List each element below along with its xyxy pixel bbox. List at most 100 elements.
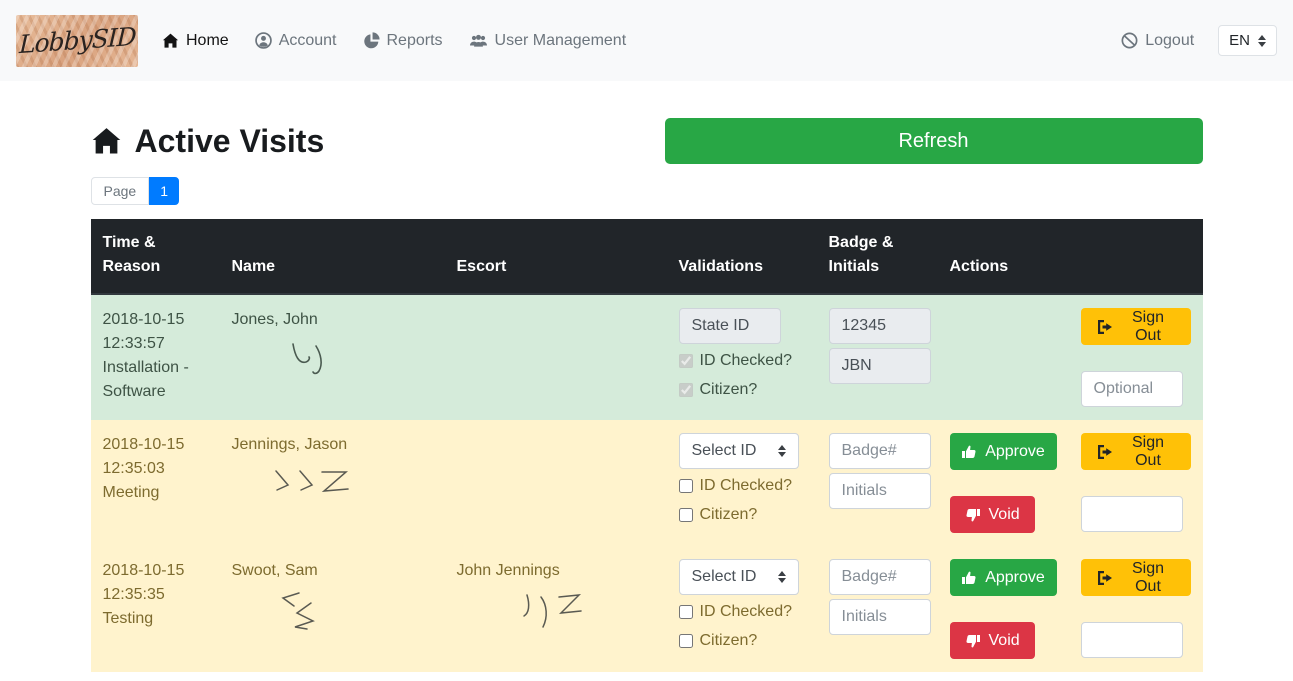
visit-row: 2018-10-15 12:33:57 Installation - Softw… [91, 294, 1203, 420]
signout-column: Sign Out [1081, 308, 1191, 407]
thumbs-up-icon [961, 570, 977, 586]
actions-cell: Approve Void [938, 546, 1203, 672]
nav-item-reports-label: Reports [387, 32, 443, 50]
signature-image [287, 340, 332, 382]
id-checked-checkbox[interactable] [679, 605, 693, 619]
page-title: Active Visits [91, 123, 325, 160]
visitor-name: Jones, John [232, 308, 433, 332]
account-icon [255, 32, 272, 49]
sign-out-button[interactable]: Sign Out [1081, 308, 1191, 345]
sign-out-icon [1096, 444, 1113, 460]
top-navbar: LobbySID Home Account Reports User Manag… [0, 0, 1293, 81]
visit-reason: Testing [103, 607, 208, 631]
sign-out-button[interactable]: Sign Out [1081, 433, 1191, 470]
approve-void-column: Approve Void [950, 433, 1057, 533]
citizen-row: Citizen? [679, 378, 805, 402]
language-select[interactable]: EN [1218, 25, 1277, 56]
time-reason-cell: 2018-10-15 12:35:03 Meeting [91, 420, 220, 546]
void-button[interactable]: Void [950, 622, 1035, 659]
id-checked-label: ID Checked? [700, 349, 793, 373]
name-cell: Jennings, Jason [220, 420, 445, 546]
page-title-text: Active Visits [135, 123, 325, 160]
validations-cell: ID Checked? Citizen? [667, 294, 817, 420]
badge-initials-cell [817, 546, 938, 672]
logout-link[interactable]: Logout [1121, 32, 1194, 50]
sign-out-button[interactable]: Sign Out [1081, 559, 1191, 596]
initials-input[interactable] [829, 473, 931, 509]
citizen-checkbox [679, 383, 693, 397]
active-visits-table: Time & Reason Name Escort Validations Ba… [91, 219, 1203, 672]
id-type-select[interactable]: Select ID [679, 433, 799, 469]
thumbs-down-icon [965, 633, 981, 649]
actions-cell: Sign Out [938, 294, 1203, 420]
signout-column: Sign Out [1081, 433, 1191, 533]
visit-row: 2018-10-15 12:35:35 Testing Swoot, Sam J… [91, 546, 1203, 672]
citizen-checkbox[interactable] [679, 634, 693, 648]
id-checked-label: ID Checked? [700, 474, 793, 498]
sign-out-icon [1096, 319, 1113, 335]
name-cell: Jones, John [220, 294, 445, 420]
badge-initials-cell [817, 420, 938, 546]
citizen-row: Citizen? [679, 629, 805, 653]
initials-input[interactable] [829, 599, 931, 635]
approve-button[interactable]: Approve [950, 559, 1057, 596]
citizen-checkbox[interactable] [679, 508, 693, 522]
signout-note-input[interactable] [1081, 622, 1183, 658]
nav-item-home-label: Home [186, 32, 229, 50]
time-reason-cell: 2018-10-15 12:35:35 Testing [91, 546, 220, 672]
visit-time: 2018-10-15 12:33:57 [103, 308, 208, 356]
logout-label: Logout [1145, 32, 1194, 50]
lobby-logo-text: LobbySID [18, 22, 136, 59]
chevron-updown-icon [778, 445, 786, 457]
citizen-row: Citizen? [679, 503, 805, 527]
nav-item-account[interactable]: Account [255, 32, 337, 50]
signature-image [517, 591, 607, 635]
approve-button[interactable]: Approve [950, 433, 1057, 470]
navbar-right: Logout EN [1121, 25, 1277, 56]
nav-item-reports[interactable]: Reports [363, 32, 443, 50]
pagination-page-1[interactable]: 1 [149, 177, 179, 205]
signout-note-input[interactable] [1081, 371, 1183, 407]
language-selected-value: EN [1229, 32, 1250, 49]
refresh-button[interactable]: Refresh [665, 118, 1203, 164]
id-checked-checkbox[interactable] [679, 479, 693, 493]
visit-time: 2018-10-15 12:35:03 [103, 433, 208, 481]
signout-note-input[interactable] [1081, 496, 1183, 532]
col-header-actions: Actions [938, 219, 1203, 294]
col-header-escort: Escort [445, 219, 667, 294]
chevron-updown-icon [1258, 35, 1266, 47]
nav-item-home[interactable]: Home [162, 32, 229, 50]
visit-reason: Meeting [103, 481, 208, 505]
col-header-badge-initials: Badge & Initials [817, 219, 938, 294]
nav-item-account-label: Account [279, 32, 337, 50]
signature-image [277, 589, 337, 635]
id-checked-row: ID Checked? [679, 600, 805, 624]
pagination: Page 1 [91, 177, 180, 205]
escort-cell: John Jennings [445, 546, 667, 672]
thumbs-down-icon [965, 507, 981, 523]
escort-cell [445, 294, 667, 420]
nav-item-user-management[interactable]: User Management [469, 32, 627, 50]
initials-input [829, 348, 931, 384]
signout-column: Sign Out [1081, 559, 1191, 659]
id-checked-label: ID Checked? [700, 600, 793, 624]
signature-image [272, 467, 362, 499]
id-checked-row: ID Checked? [679, 349, 805, 373]
escort-name: John Jennings [457, 559, 655, 583]
visit-row: 2018-10-15 12:35:03 Meeting Jennings, Ja… [91, 420, 1203, 546]
id-type-select[interactable]: Select ID [679, 559, 799, 595]
validations-cell: Select ID ID Checked? Citizen? [667, 420, 817, 546]
citizen-label: Citizen? [700, 378, 758, 402]
void-button[interactable]: Void [950, 496, 1035, 533]
reports-icon [363, 32, 380, 49]
logout-icon [1121, 32, 1138, 49]
lobby-logo[interactable]: LobbySID [16, 15, 138, 67]
badge-input [829, 308, 931, 344]
badge-input[interactable] [829, 433, 931, 469]
visit-reason: Installation - Software [103, 356, 208, 404]
home-icon [162, 33, 179, 49]
name-cell: Swoot, Sam [220, 546, 445, 672]
approve-void-column [950, 308, 1057, 407]
pagination-page-label: Page [91, 177, 150, 205]
badge-input[interactable] [829, 559, 931, 595]
